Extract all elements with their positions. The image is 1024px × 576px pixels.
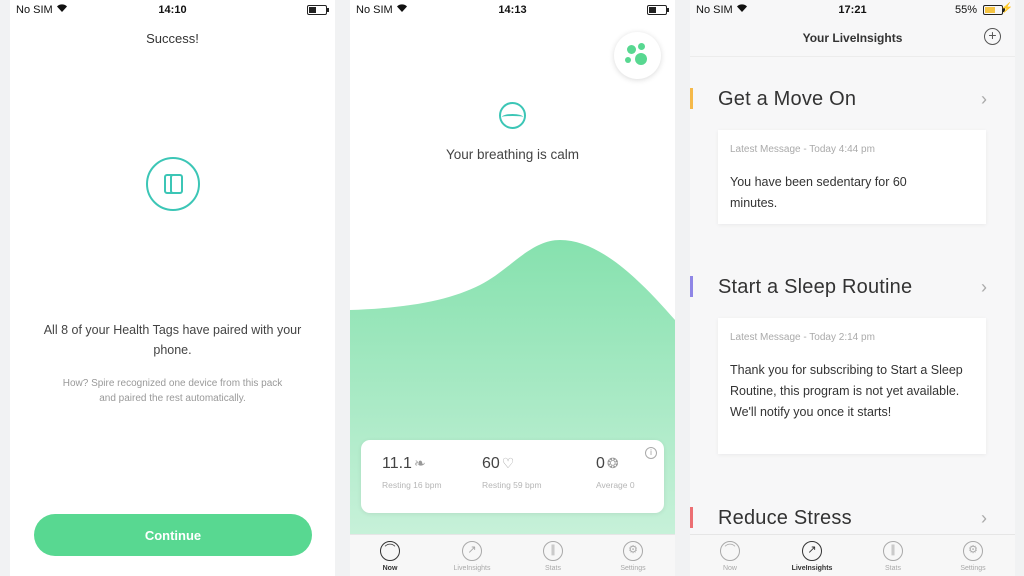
section-title: Start a Sleep Routine	[718, 276, 913, 298]
section-color-bar	[690, 276, 693, 297]
message-body: You have been sedentary for 60 minutes.	[730, 175, 907, 210]
tab-label: Stats	[885, 565, 901, 572]
insight-section-stress[interactable]: Reduce Stress ›	[690, 491, 1015, 536]
breathing-rate-resting: Resting 16 bpm	[382, 480, 442, 490]
status-bar: No SIM 17:21 55% ⚡	[690, 0, 1015, 20]
bubble-dot	[638, 43, 645, 50]
section-title: Get a Move On	[718, 88, 857, 110]
liveinsights-screen: No SIM 17:21 55% ⚡ Your LiveInsights + G…	[690, 0, 1015, 576]
page-title: Success!	[146, 31, 199, 46]
bubble-dot	[627, 45, 636, 54]
settings-icon: ⚙	[963, 541, 983, 561]
insights-icon: ↗	[802, 541, 822, 561]
pairing-success-screen: No SIM 14:10 Success! All 8 of your Heal…	[10, 0, 335, 576]
message-header: Latest Message - Today 4:44 pm	[730, 144, 875, 155]
status-bar: No SIM 14:13	[350, 0, 675, 20]
settings-icon: ⚙	[623, 541, 643, 561]
breath-icon	[499, 102, 526, 129]
message-header: Latest Message - Today 2:14 pm	[730, 332, 875, 343]
message-card: Latest Message - Today 4:44 pm You have …	[718, 130, 986, 224]
paired-explanation: How? Spire recognized one device from th…	[62, 378, 283, 404]
stats-icon: ∥	[883, 541, 903, 561]
section-title: Reduce Stress	[718, 507, 852, 529]
health-tag-icon	[146, 157, 200, 211]
bubble-dot	[635, 53, 647, 65]
tab-label: Settings	[960, 565, 986, 572]
tab-stats[interactable]: ∥ Stats	[523, 540, 583, 572]
battery-icon	[307, 5, 329, 15]
breathing-rate-metric: 11.1 ❧ Resting 16 bpm	[382, 455, 442, 490]
paired-message: All 8 of your Health Tags have paired wi…	[43, 323, 302, 357]
tab-settings[interactable]: ⚙ Settings	[943, 540, 1003, 572]
tab-label: LiveInsights	[791, 565, 833, 572]
charging-icon: ⚡	[1000, 3, 1013, 14]
insight-section-move[interactable]: Get a Move On › Latest Message - Today 4…	[690, 72, 1015, 247]
breathing-now-screen: No SIM 14:13 Your breathing is calm 11.1…	[350, 0, 675, 576]
footprint-icon: ❂	[606, 455, 619, 471]
steps-value: 0	[596, 455, 605, 472]
steps-metric: 0 ❂ Average 0	[596, 455, 635, 490]
breathing-state: Your breathing is calm	[445, 147, 580, 162]
steps-average: Average 0	[596, 480, 635, 490]
status-time: 14:10	[158, 4, 187, 16]
tab-now[interactable]: ⌒ Now	[360, 540, 420, 572]
heart-rate-resting: Resting 59 bpm	[482, 480, 542, 490]
nav-bar: Your LiveInsights +	[690, 20, 1015, 57]
chevron-right-icon: ›	[981, 277, 987, 297]
heart-rate-metric: 60 ♡ Resting 59 bpm	[482, 455, 542, 490]
insights-icon: ↗	[462, 541, 482, 561]
tab-liveinsights[interactable]: ↗ LiveInsights	[442, 540, 502, 572]
info-icon[interactable]: i	[645, 447, 657, 459]
bubble-dot	[625, 57, 631, 63]
now-icon: ⌒	[380, 541, 400, 561]
continue-button[interactable]: Continue	[34, 514, 312, 556]
tab-bar: ⌒ Now ↗ LiveInsights ∥ Stats ⚙ Settings	[690, 534, 1015, 576]
bubbles-button[interactable]	[614, 32, 661, 79]
heart-rate-value: 60	[482, 455, 500, 472]
tab-label: Now	[722, 565, 737, 572]
tab-label: Settings	[620, 565, 646, 572]
insight-section-sleep[interactable]: Start a Sleep Routine › Latest Message -…	[690, 260, 1015, 470]
stats-icon: ∥	[543, 541, 563, 561]
tab-now[interactable]: ⌒ Now	[700, 540, 760, 572]
tab-label: Now	[382, 565, 398, 572]
section-color-bar	[690, 507, 693, 528]
tab-label: Stats	[545, 565, 561, 572]
chevron-right-icon: ›	[981, 89, 987, 109]
now-icon: ⌒	[720, 541, 740, 561]
tab-stats[interactable]: ∥ Stats	[863, 540, 923, 572]
tab-settings[interactable]: ⚙ Settings	[603, 540, 663, 572]
metrics-card: 11.1 ❧ Resting 16 bpm 60 ♡ Resting 59 bpm …	[361, 440, 664, 513]
chevron-right-icon: ›	[981, 508, 987, 528]
message-card: Latest Message - Today 2:14 pm Thank you…	[718, 318, 986, 454]
section-color-bar	[690, 88, 693, 109]
battery-percent: 55%	[954, 4, 977, 16]
breathing-rate-value: 11.1	[382, 455, 412, 472]
battery-icon	[647, 5, 669, 15]
status-bar: No SIM 14:10	[10, 0, 335, 20]
message-body: Thank you for subscribing to Start a Sle…	[730, 363, 963, 419]
tab-liveinsights[interactable]: ↗ LiveInsights	[782, 540, 842, 572]
heart-icon: ♡	[501, 455, 515, 471]
page-title: Your LiveInsights	[802, 31, 903, 45]
tab-label: LiveInsights	[453, 565, 491, 572]
lungs-icon: ❧	[413, 455, 426, 471]
tab-bar: ⌒ Now ↗ LiveInsights ∥ Stats ⚙ Settings	[350, 534, 675, 576]
status-time: 14:13	[498, 4, 527, 16]
add-icon[interactable]: +	[984, 28, 1001, 45]
